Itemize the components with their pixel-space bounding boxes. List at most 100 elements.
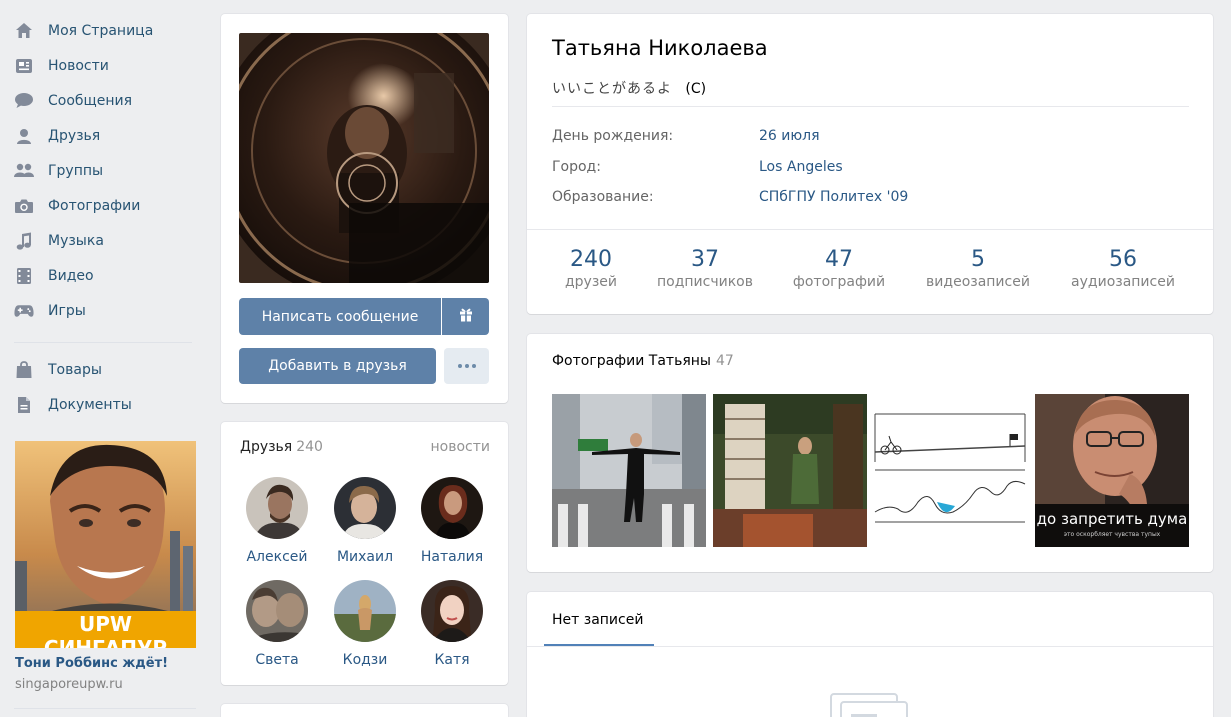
ad-domain[interactable]: singaporeupw.ru — [15, 677, 123, 692]
more-dots-icon — [457, 364, 476, 368]
info-value-link[interactable]: 26 июля — [759, 128, 820, 144]
counter-label: аудиозаписей — [1071, 274, 1175, 290]
sidebar-item-label: Игры — [48, 302, 86, 319]
friend-name: Михаил — [336, 549, 394, 565]
wall-card: Нет записей — [527, 592, 1213, 717]
add-friend-button[interactable]: Добавить в друзья — [239, 348, 436, 384]
sidebar-item-my-page[interactable]: Моя Страница — [0, 13, 210, 48]
groups-icon — [14, 161, 34, 181]
send-gift-button[interactable] — [442, 298, 489, 335]
counter-photos[interactable]: 47 фотографий — [780, 247, 898, 290]
sidebar-item-groups[interactable]: Группы — [0, 153, 210, 188]
friend-avatar — [246, 477, 308, 539]
photos-card: Фотографии Татьяны 47 до запретить дума … — [527, 334, 1213, 572]
write-message-button[interactable]: Написать сообщение — [239, 298, 441, 335]
camera-icon — [14, 196, 34, 216]
counter-number: 47 — [825, 247, 853, 272]
info-value-link[interactable]: Los Angeles — [759, 159, 843, 175]
ad-title[interactable]: Тони Роббинс ждёт! — [15, 656, 168, 671]
friend-item[interactable]: Михаил — [321, 477, 409, 565]
sidebar-item-photos[interactable]: Фотографии — [0, 188, 210, 223]
friend-item[interactable]: Наталия — [408, 477, 496, 565]
sidebar-item-news[interactable]: Новости — [0, 48, 210, 83]
friends-header[interactable]: Друзья 240 — [240, 439, 323, 455]
friends-news-link[interactable]: новости — [431, 439, 491, 455]
info-key: Город: — [552, 159, 601, 175]
sidebar-item-goods[interactable]: Товары — [0, 352, 210, 387]
friend-item[interactable]: Света — [233, 580, 321, 668]
empty-wall-icon — [829, 692, 909, 717]
photo-thumbnail[interactable] — [552, 394, 706, 547]
counter-audio[interactable]: 56 аудиозаписей — [1057, 247, 1189, 290]
sidebar-item-music[interactable]: Музыка — [0, 223, 210, 258]
friends-count: 240 — [296, 439, 323, 455]
profile-photo[interactable] — [239, 33, 489, 283]
divider — [527, 229, 1213, 230]
photo-subcaption: это оскорбляет чувства тупых — [1063, 531, 1161, 538]
tab-all-posts[interactable]: Нет записей — [552, 612, 643, 628]
counter-number: 37 — [691, 247, 719, 272]
next-section-card — [221, 704, 508, 717]
messages-icon — [14, 91, 34, 111]
ad-banner-text: UPW СИНГАПУР — [43, 612, 168, 648]
music-icon — [14, 231, 34, 251]
friends-icon — [14, 126, 34, 146]
sidebar-item-label: Моя Страница — [48, 22, 154, 39]
sidebar-divider — [14, 342, 192, 343]
bag-icon — [14, 360, 34, 380]
sidebar-item-games[interactable]: Игры — [0, 293, 210, 328]
sidebar-item-label: Товары — [48, 361, 102, 378]
friend-avatar — [421, 580, 483, 642]
sidebar-item-label: Документы — [48, 396, 132, 413]
counter-followers[interactable]: 37 подписчиков — [645, 247, 765, 290]
counter-videos[interactable]: 5 видеозаписей — [912, 247, 1044, 290]
more-actions-button[interactable] — [444, 348, 489, 384]
friend-item[interactable]: Алексей — [233, 477, 321, 565]
photos-title: Фотографии Татьяны — [552, 353, 711, 369]
sidebar-item-label: Друзья — [48, 127, 101, 144]
friend-avatar — [334, 477, 396, 539]
sidebar-item-label: Музыка — [48, 232, 104, 249]
counter-label: подписчиков — [657, 274, 753, 290]
info-key: Образование: — [552, 189, 654, 205]
friend-item[interactable]: Катя — [408, 580, 496, 668]
photos-header[interactable]: Фотографии Татьяны 47 — [552, 353, 734, 369]
friend-item[interactable]: Кодзи — [321, 580, 409, 668]
photos-count: 47 — [715, 353, 734, 369]
counter-number: 240 — [570, 247, 612, 272]
sidebar-item-label: Новости — [48, 57, 109, 74]
friend-name: Алексей — [246, 549, 308, 565]
photo-thumbnail[interactable] — [873, 394, 1027, 547]
friend-name: Света — [255, 652, 299, 668]
photo-thumbnail[interactable]: до запретить дума это оскорбляет чувства… — [1035, 394, 1189, 547]
friend-name: Кодзи — [342, 652, 388, 668]
gamepad-icon — [14, 301, 34, 321]
counter-label: фотографий — [792, 274, 886, 290]
gift-icon — [459, 307, 473, 326]
counter-number: 56 — [1109, 247, 1137, 272]
sidebar-item-label: Фотографии — [48, 197, 141, 214]
profile-status-text: いいことがあるよ — [552, 81, 672, 97]
main-nav: Моя Страница Новости Сообщения Друзья Гр… — [0, 13, 210, 328]
sidebar-item-label: Сообщения — [48, 92, 133, 109]
sidebar-item-documents[interactable]: Документы — [0, 387, 210, 422]
info-value-link[interactable]: СПбГПУ Политех '09 — [759, 189, 908, 205]
friend-name: Наталия — [420, 549, 484, 565]
friend-avatar — [334, 580, 396, 642]
divider — [527, 646, 1213, 647]
photo-thumbnail[interactable] — [713, 394, 867, 547]
counter-friends[interactable]: 240 друзей — [552, 247, 630, 290]
sidebar-item-video[interactable]: Видео — [0, 258, 210, 293]
profile-name: Татьяна Николаева — [552, 36, 768, 60]
ad-banner[interactable]: UPW СИНГАПУР — [15, 441, 196, 648]
avatar-card: Написать сообщение Добавить в друзья — [221, 14, 508, 403]
video-icon — [14, 266, 34, 286]
profile-info-card: Татьяна Николаева いいことがあるよ (C) День рожд… — [527, 14, 1213, 314]
sidebar-item-messages[interactable]: Сообщения — [0, 83, 210, 118]
profile-status-suffix: (C) — [685, 81, 707, 97]
sidebar-item-friends[interactable]: Друзья — [0, 118, 210, 153]
counter-number: 5 — [971, 247, 985, 272]
home-icon — [14, 21, 34, 41]
sidebar-item-label: Группы — [48, 162, 104, 179]
add-friend-label: Добавить в друзья — [268, 358, 407, 374]
